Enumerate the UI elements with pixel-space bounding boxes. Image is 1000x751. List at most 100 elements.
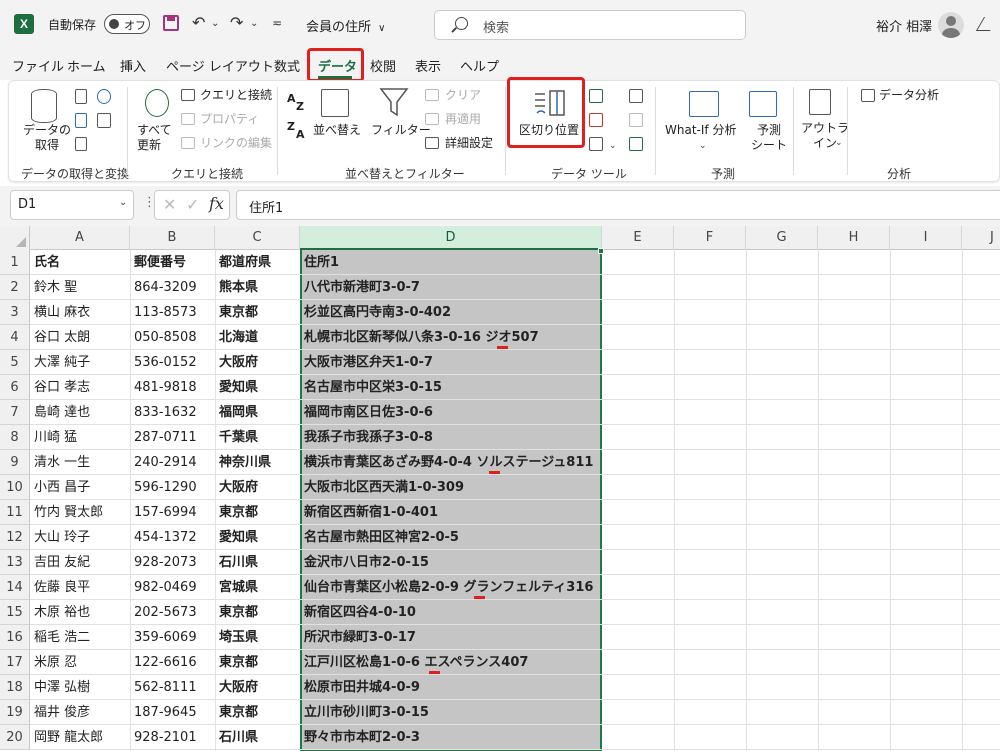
select-all-button[interactable] bbox=[0, 226, 30, 250]
cell-a[interactable]: 島崎 達也 bbox=[30, 400, 130, 425]
cell-a[interactable]: 川崎 猛 bbox=[30, 425, 130, 450]
column-header-g[interactable]: G bbox=[746, 226, 818, 250]
tab-home[interactable]: ホーム bbox=[67, 56, 106, 75]
row-header[interactable]: 4 bbox=[0, 325, 30, 350]
tab-help[interactable]: ヘルプ bbox=[460, 56, 499, 75]
cell-d[interactable]: 八代市新港町3-0-7 bbox=[300, 275, 420, 300]
row-header[interactable]: 2 bbox=[0, 275, 30, 300]
cell-a[interactable]: 横山 麻衣 bbox=[30, 300, 130, 325]
cell-b[interactable]: 928-2101 bbox=[130, 725, 215, 750]
column-header-f[interactable]: F bbox=[674, 226, 746, 250]
cell-b[interactable]: 562-8111 bbox=[130, 675, 215, 700]
cell-b[interactable]: 928-2073 bbox=[130, 550, 215, 575]
cell-d[interactable]: 名古屋市中区栄3-0-15 bbox=[300, 375, 442, 400]
cell-a[interactable]: 福井 俊彦 bbox=[30, 700, 130, 725]
cell-c[interactable]: 宮城県 bbox=[215, 575, 300, 600]
cell-a[interactable]: 竹内 賢太郎 bbox=[30, 500, 130, 525]
cell-d[interactable]: 野々市市本町2-0-3 bbox=[300, 725, 420, 750]
cell-b[interactable]: 187-9645 bbox=[130, 700, 215, 725]
cell-c[interactable]: 神奈川県 bbox=[215, 450, 300, 475]
cell-d[interactable]: 仙台市青葉区小松島2-0-9 グランフェルティ316 bbox=[300, 575, 593, 600]
cell-c[interactable]: 大阪府 bbox=[215, 675, 300, 700]
cell-c[interactable]: 東京都 bbox=[215, 300, 300, 325]
cell-b[interactable]: 240-2914 bbox=[130, 450, 215, 475]
tab-formulas[interactable]: 数式 bbox=[274, 56, 300, 75]
row-header[interactable]: 12 bbox=[0, 525, 30, 550]
cell-a[interactable]: 木原 裕也 bbox=[30, 600, 130, 625]
cell-c[interactable]: 東京都 bbox=[215, 500, 300, 525]
cell-c[interactable]: 愛知県 bbox=[215, 525, 300, 550]
enter-icon[interactable]: ✓ bbox=[186, 195, 199, 214]
cell-b[interactable]: 157-6994 bbox=[130, 500, 215, 525]
cell-d[interactable]: 江戸川区松島1-0-6 エスペランス407 bbox=[300, 650, 528, 675]
from-web-icon[interactable] bbox=[75, 113, 87, 128]
cell-d[interactable]: 新宿区西新宿1-0-401 bbox=[300, 500, 438, 525]
column-header-c[interactable]: C bbox=[215, 226, 300, 250]
column-header-a[interactable]: A bbox=[30, 226, 130, 250]
cell-a[interactable]: 岡野 龍太郎 bbox=[30, 725, 130, 750]
insert-function-icon[interactable]: fx bbox=[209, 194, 224, 213]
cell-d[interactable]: 住所1 bbox=[300, 250, 339, 275]
row-header[interactable]: 16 bbox=[0, 625, 30, 650]
cell-a[interactable]: 谷口 太朗 bbox=[30, 325, 130, 350]
tab-file[interactable]: ファイル bbox=[12, 56, 64, 75]
cell-d[interactable]: 我孫子市我孫子3-0-8 bbox=[300, 425, 433, 450]
cancel-icon[interactable]: ✕ bbox=[163, 195, 176, 214]
cell-b[interactable]: 833-1632 bbox=[130, 400, 215, 425]
cell-a[interactable]: 氏名 bbox=[30, 250, 130, 275]
remove-duplicates-icon[interactable] bbox=[589, 113, 603, 127]
cell-a[interactable]: 中澤 弘樹 bbox=[30, 675, 130, 700]
row-header[interactable]: 3 bbox=[0, 300, 30, 325]
cell-b[interactable]: 113-8573 bbox=[130, 300, 215, 325]
column-header-e[interactable]: E bbox=[602, 226, 674, 250]
cell-c[interactable]: 千葉県 bbox=[215, 425, 300, 450]
cell-d[interactable]: 金沢市八日市2-0-15 bbox=[300, 550, 429, 575]
cell-c[interactable]: 大阪府 bbox=[215, 350, 300, 375]
column-header-b[interactable]: B bbox=[130, 226, 215, 250]
cell-c[interactable]: 福岡県 bbox=[215, 400, 300, 425]
cell-b[interactable]: 202-5673 bbox=[130, 600, 215, 625]
avatar[interactable] bbox=[938, 12, 964, 38]
row-header[interactable]: 18 bbox=[0, 675, 30, 700]
row-header[interactable]: 15 bbox=[0, 600, 30, 625]
pen-icon[interactable] bbox=[975, 17, 999, 31]
consolidate-icon[interactable] bbox=[629, 89, 643, 103]
row-header[interactable]: 6 bbox=[0, 375, 30, 400]
cell-b[interactable]: 359-6069 bbox=[130, 625, 215, 650]
row-header[interactable]: 13 bbox=[0, 550, 30, 575]
cell-a[interactable]: 谷口 孝志 bbox=[30, 375, 130, 400]
cell-c[interactable]: 石川県 bbox=[215, 725, 300, 750]
cell-a[interactable]: 大山 玲子 bbox=[30, 525, 130, 550]
formula-input[interactable]: 住所1 bbox=[236, 190, 1000, 220]
save-icon[interactable] bbox=[163, 15, 179, 31]
cell-d[interactable]: 福岡市南区日佐3-0-6 bbox=[300, 400, 433, 425]
cell-c[interactable]: 愛知県 bbox=[215, 375, 300, 400]
data-model-icon[interactable] bbox=[629, 137, 643, 151]
cell-b[interactable]: 481-9818 bbox=[130, 375, 215, 400]
cell-b[interactable]: 122-6616 bbox=[130, 650, 215, 675]
cell-c[interactable]: 石川県 bbox=[215, 550, 300, 575]
cell-c[interactable]: 東京都 bbox=[215, 700, 300, 725]
search-box[interactable]: 検索 bbox=[434, 10, 746, 40]
undo-icon[interactable]: ↶ bbox=[192, 13, 205, 32]
cell-a[interactable]: 米原 忍 bbox=[30, 650, 130, 675]
file-name-menu[interactable]: 会員の住所 ∨ bbox=[306, 16, 385, 35]
column-header-h[interactable]: H bbox=[818, 226, 890, 250]
cell-d[interactable]: 新宿区四谷4-0-10 bbox=[300, 600, 416, 625]
flash-fill-icon[interactable] bbox=[589, 89, 603, 103]
chevron-down-icon[interactable]: ⌄ bbox=[609, 139, 617, 154]
customize-qat-icon[interactable]: ≂ bbox=[272, 16, 282, 30]
from-text-icon[interactable] bbox=[75, 89, 87, 104]
cell-d[interactable]: 杉並区高円寺南3-0-402 bbox=[300, 300, 451, 325]
cell-a[interactable]: 吉田 友紀 bbox=[30, 550, 130, 575]
cell-d[interactable]: 大阪市北区西天満1-0-309 bbox=[300, 475, 464, 500]
row-header[interactable]: 14 bbox=[0, 575, 30, 600]
worksheet-grid[interactable]: A B C D E F G H I J 1 氏名 郵便番号 都道府県 住所1 2 鈴木 聖8… bbox=[0, 226, 1000, 751]
cell-b[interactable]: 050-8508 bbox=[130, 325, 215, 350]
cell-b[interactable]: 536-0152 bbox=[130, 350, 215, 375]
row-header[interactable]: 8 bbox=[0, 425, 30, 450]
cell-a[interactable]: 小西 昌子 bbox=[30, 475, 130, 500]
cell-d[interactable]: 名古屋市熱田区神宮2-0-5 bbox=[300, 525, 459, 550]
cell-d[interactable]: 松原市田井城4-0-9 bbox=[300, 675, 420, 700]
cell-c[interactable]: 埼玉県 bbox=[215, 625, 300, 650]
